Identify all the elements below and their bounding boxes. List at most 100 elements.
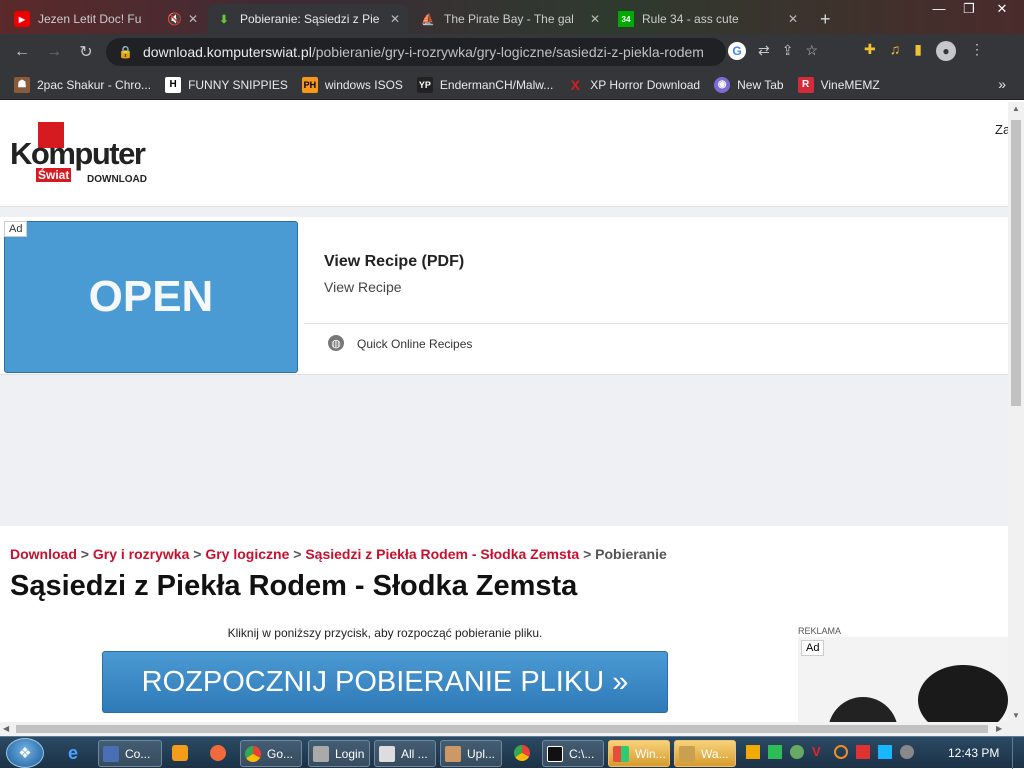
menu-kebab-icon[interactable]: ⋮ (970, 41, 984, 61)
task-co[interactable]: Co... (98, 740, 162, 767)
system-tray: V (746, 745, 914, 759)
scroll-up-icon[interactable]: ▲ (1012, 104, 1020, 113)
download-instruction: Kliknij w poniższy przycisk, aby rozpocz… (227, 626, 543, 640)
program-icon (103, 745, 119, 762)
globe-icon: ◉ (714, 76, 731, 93)
task-chrome[interactable]: Go... (240, 740, 302, 767)
chrome-pinned-icon[interactable] (514, 745, 530, 761)
bookmark-funny-snippies[interactable]: H FUNNY SNIPPIES (165, 76, 288, 93)
bookmarks-overflow-icon[interactable]: » (998, 76, 1006, 92)
side-ad-image (828, 697, 898, 722)
task-windows[interactable]: Win... (608, 740, 670, 767)
globe-icon: ◍ (328, 335, 344, 351)
ph-icon: PH (301, 76, 318, 93)
media-player-icon[interactable] (172, 745, 188, 761)
download-button[interactable]: ROZPOCZNIJ POBIERANIE PLIKU » (102, 651, 668, 713)
task-7zip[interactable]: C:\... (542, 740, 604, 767)
share-icon[interactable]: ⇪ (782, 42, 794, 60)
breadcrumb-download[interactable]: Download (10, 546, 77, 562)
start-button[interactable]: ❖ (6, 738, 44, 768)
bookmark-xp-horror[interactable]: X XP Horror Download (567, 76, 701, 93)
tray-search-icon[interactable] (834, 745, 848, 759)
reload-icon[interactable]: ↻ (72, 38, 100, 66)
tray-green-icon[interactable] (768, 745, 782, 759)
task-warning[interactable]: Wa... (674, 740, 736, 767)
rule34-icon: 34 (618, 11, 634, 27)
tray-shield-icon[interactable] (746, 745, 760, 759)
google-icon[interactable]: G (728, 42, 746, 60)
vertical-scrollbar[interactable]: ▲ ▼ (1008, 102, 1024, 722)
horizontal-scrollbar[interactable]: ◀ ▶ (0, 722, 1024, 736)
translate-icon[interactable]: ⇄ (758, 42, 770, 60)
r-icon: R (797, 76, 814, 93)
bookmark-windows-isos[interactable]: PH windows ISOS (301, 76, 403, 93)
bookmark-star-icon[interactable]: ☆ (805, 42, 818, 60)
chrome-icon (245, 745, 261, 762)
paint-icon[interactable] (210, 745, 226, 761)
profile-avatar-icon[interactable]: ● (935, 41, 956, 61)
task-all[interactable]: All ... (374, 740, 436, 767)
logo-download: DOWNLOAD (87, 174, 147, 185)
bookmark-new-tab[interactable]: ◉ New Tab (714, 76, 784, 93)
bookmark-2pac[interactable]: ☗ 2pac Shakur - Chro... (14, 76, 151, 93)
new-tab-button[interactable]: + (812, 4, 840, 34)
tab-rule34[interactable]: 34 Rule 34 - ass cute ✕ (610, 4, 806, 34)
7zip-icon (547, 745, 563, 762)
ie-icon[interactable]: e (68, 743, 78, 764)
scroll-left-icon[interactable]: ◀ (3, 724, 9, 733)
tab-close-icon[interactable]: ✕ (390, 12, 400, 26)
tab-youtube[interactable]: ▶ Jezen Letit Doc! Fu 🔇 ✕ (6, 4, 206, 34)
tab-close-icon[interactable]: ✕ (188, 12, 198, 26)
task-login[interactable]: Login (308, 740, 370, 767)
clock[interactable]: 12:43 PM (948, 746, 999, 760)
x-icon: X (570, 76, 580, 93)
tab-piratebay[interactable]: ⛵ The Pirate Bay - The gal ✕ (412, 4, 608, 34)
breadcrumb: Download > Gry i rozrywka > Gry logiczne… (10, 546, 667, 562)
tray-red-v-icon[interactable]: V (812, 745, 826, 759)
ad-card[interactable]: OPEN Ad View Recipe (PDF) View Recipe ◍ … (0, 217, 1008, 375)
folder-icon (379, 745, 395, 762)
tab-close-icon[interactable]: ✕ (788, 12, 798, 26)
address-bar[interactable]: 🔒 download.komputerswiat.pl/pobieranie/g… (106, 38, 726, 66)
back-icon[interactable]: ← (8, 38, 36, 66)
ad-source[interactable]: Quick Online Recipes (357, 337, 472, 351)
web-page: Komputer Świat DOWNLOAD Za OPEN Ad View … (0, 102, 1008, 722)
tab-close-icon[interactable]: ✕ (590, 12, 600, 26)
side-ad[interactable]: Ad (798, 637, 1008, 722)
vertical-scroll-thumb[interactable] (1011, 120, 1021, 406)
tray-monitor-icon[interactable] (878, 745, 892, 759)
ad-subtitle[interactable]: View Recipe (324, 279, 402, 295)
breadcrumb-game[interactable]: Sąsiedzi z Piekła Rodem - Słodka Zemsta (305, 546, 579, 562)
ad-open-button[interactable]: OPEN (4, 221, 298, 373)
tupac-icon: ☗ (14, 76, 30, 93)
page-title: Sąsiedzi z Piekła Rodem - Słodka Zemsta (10, 570, 578, 602)
bookmark-vinememz[interactable]: R VineMEMZ (797, 76, 880, 93)
close-window-icon[interactable]: ✕ (984, 0, 1020, 20)
muted-audio-icon[interactable]: 🔇 (167, 12, 182, 26)
forward-icon[interactable]: → (40, 38, 68, 66)
minimize-icon[interactable]: — (924, 0, 954, 20)
tray-refresh-icon[interactable] (790, 745, 804, 759)
side-ad-badge: Ad (801, 640, 825, 656)
ad-title[interactable]: View Recipe (PDF) (324, 253, 464, 271)
site-logo[interactable]: Komputer Świat DOWNLOAD (10, 122, 170, 192)
side-panel-icon[interactable]: ▮ (914, 41, 922, 61)
ad-banner[interactable]: OPEN Ad View Recipe (PDF) View Recipe ◍ … (0, 206, 1008, 526)
bookmark-endermanch[interactable]: YP EndermanCH/Malw... (416, 76, 553, 93)
header-login-link[interactable]: Za (995, 122, 1008, 137)
extensions-icon[interactable]: ✚ (864, 41, 876, 61)
restore-icon[interactable]: ❐ (954, 0, 984, 20)
media-control-icon[interactable]: ♫ (890, 41, 901, 61)
breadcrumb-gry-i-rozrywka[interactable]: Gry i rozrywka (93, 546, 190, 562)
yp-icon: YP (416, 76, 433, 93)
breadcrumb-gry-logiczne[interactable]: Gry logiczne (205, 546, 289, 562)
bookmarks-bar: ☗ 2pac Shakur - Chro... H FUNNY SNIPPIES… (0, 70, 1024, 100)
horizontal-scroll-thumb[interactable] (16, 725, 988, 733)
scroll-down-icon[interactable]: ▼ (1012, 711, 1020, 720)
tray-volume-icon[interactable] (900, 745, 914, 759)
show-desktop-button[interactable] (1012, 737, 1024, 769)
scroll-right-icon[interactable]: ▶ (996, 724, 1002, 733)
tab-pobieranie[interactable]: ⬇ Pobieranie: Sąsiedzi z Pie ✕ (208, 4, 408, 34)
tray-flag-icon[interactable] (856, 745, 870, 759)
task-upload[interactable]: Upl... (440, 740, 502, 767)
